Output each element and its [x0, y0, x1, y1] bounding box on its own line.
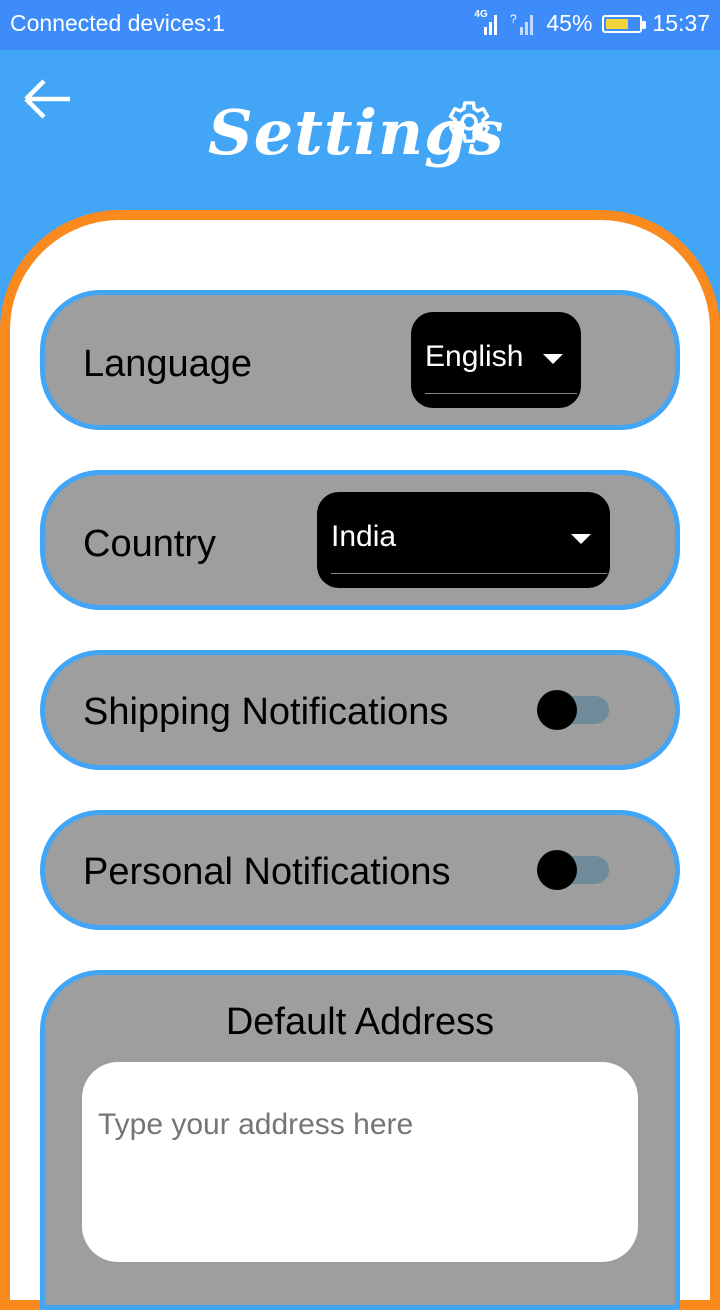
- clock: 15:37: [652, 10, 710, 36]
- shipping-notifications-label: Shipping Notifications: [83, 691, 449, 733]
- toggle-thumb: [537, 690, 577, 730]
- gear-icon[interactable]: [441, 96, 493, 148]
- status-bar: Connected devices:1 4G ? 45% 15:37: [0, 0, 720, 50]
- shipping-notifications-row: Shipping Notifications: [40, 650, 680, 770]
- country-dropdown[interactable]: India: [317, 492, 610, 588]
- language-dropdown[interactable]: English: [411, 312, 581, 408]
- toggle-thumb: [537, 850, 577, 890]
- personal-notifications-toggle[interactable]: [537, 850, 613, 890]
- default-address-title: Default Address: [225, 1001, 495, 1043]
- network-signal-icon: 4G: [474, 9, 500, 37]
- no-signal-icon: ?: [510, 11, 536, 37]
- language-label: Language: [83, 343, 253, 385]
- chevron-down-icon: [571, 534, 591, 544]
- default-address-section: Default Address: [40, 970, 680, 1310]
- status-icons: 4G ? 45% 15:37: [474, 9, 710, 37]
- dropdown-underline: [331, 573, 607, 574]
- back-arrow-icon[interactable]: [22, 76, 74, 122]
- shipping-notifications-toggle[interactable]: [537, 690, 613, 730]
- country-selected-value: India: [331, 520, 397, 553]
- svg-text:?: ?: [510, 12, 517, 26]
- dropdown-underline: [425, 393, 577, 394]
- language-selected-value: English: [425, 340, 524, 373]
- chevron-down-icon: [543, 354, 563, 364]
- language-row: Language English: [40, 290, 680, 430]
- personal-notifications-label: Personal Notifications: [83, 851, 451, 893]
- country-label: Country: [83, 523, 217, 565]
- connected-devices-text: Connected devices:1: [10, 10, 225, 36]
- battery-icon: [602, 14, 647, 33]
- country-row: Country India: [40, 470, 680, 610]
- address-input[interactable]: [82, 1062, 638, 1262]
- personal-notifications-row: Personal Notifications: [40, 810, 680, 930]
- battery-percent: 45%: [546, 10, 593, 36]
